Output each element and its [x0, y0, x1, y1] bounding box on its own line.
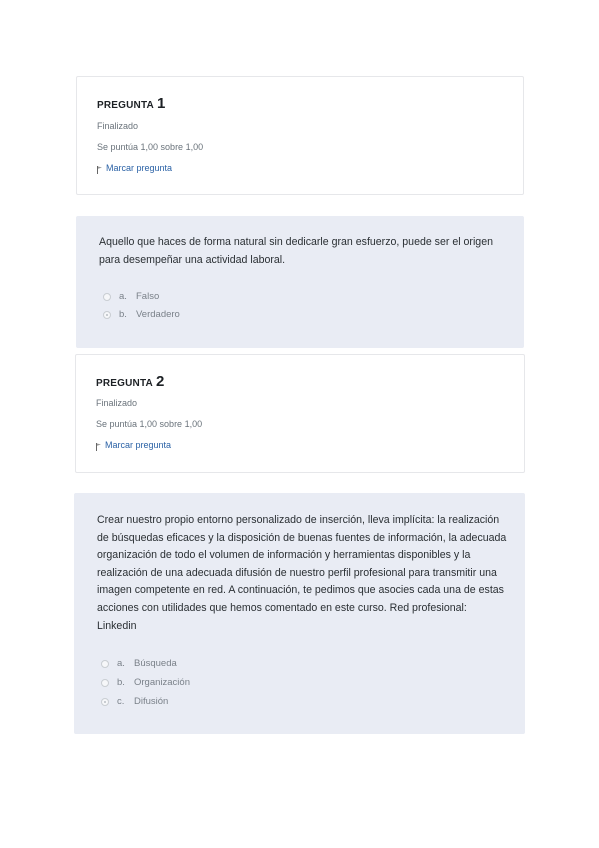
question-1-content: Aquello que haces de forma natural sin d… — [76, 216, 524, 348]
radio-button-selected[interactable] — [103, 310, 111, 319]
question-label: PREGUNTA — [96, 378, 153, 389]
answer-letter: a. — [119, 291, 127, 302]
question-grade: Se puntúa 1,00 sobre 1,00 — [96, 419, 203, 429]
question-grade: Se puntúa 1,00 sobre 1,00 — [97, 142, 204, 152]
flag-question-link[interactable]: Marcar pregunta — [97, 163, 173, 174]
radio-button-selected[interactable] — [101, 697, 109, 706]
question-2-info-card: PREGUNTA 2 Finalizado Se puntúa 1,00 sobr… — [75, 354, 525, 473]
answer-option[interactable]: b. Verdadero — [103, 309, 180, 320]
question-2-content: Crear nuestro propio entorno personaliza… — [74, 493, 525, 734]
flag-question-label: Marcar pregunta — [106, 163, 173, 173]
radio-button[interactable] — [101, 659, 109, 668]
answer-letter: c. — [117, 696, 125, 707]
answer-letter: a. — [117, 658, 125, 669]
question-text: Crear nuestro propio entorno personaliza… — [97, 514, 507, 632]
flag-icon — [96, 443, 101, 451]
answer-letter: b. — [117, 677, 125, 688]
answer-label: Falso — [136, 291, 160, 302]
answer-label: Difusión — [134, 696, 169, 707]
flag-icon — [97, 166, 102, 174]
question-state: Finalizado — [97, 121, 139, 131]
answer-option[interactable]: c. Difusión — [101, 696, 168, 707]
question-number: 1 — [156, 95, 166, 112]
answer-option[interactable]: b. Organización — [101, 677, 190, 688]
question-number: 2 — [155, 373, 165, 390]
question-label: PREGUNTA — [97, 100, 154, 111]
question-1-heading: PREGUNTA 1 — [97, 95, 166, 112]
answer-label: Organización — [134, 677, 190, 688]
answer-label: Verdadero — [136, 309, 180, 320]
question-text: Aquello que haces de forma natural sin d… — [99, 236, 493, 266]
flag-question-label: Marcar pregunta — [105, 440, 172, 450]
answer-option[interactable]: a. Búsqueda — [101, 658, 177, 669]
radio-button[interactable] — [101, 678, 109, 687]
radio-button[interactable] — [103, 292, 111, 301]
flag-question-link[interactable]: Marcar pregunta — [96, 440, 172, 451]
answer-letter: b. — [119, 309, 127, 320]
answer-label: Búsqueda — [134, 658, 177, 669]
question-2-heading: PREGUNTA 2 — [96, 373, 165, 390]
answer-option[interactable]: a. Falso — [103, 291, 159, 302]
question-1-info-card: PREGUNTA 1 Finalizado Se puntúa 1,00 sobr… — [76, 76, 524, 195]
question-state: Finalizado — [96, 398, 138, 408]
